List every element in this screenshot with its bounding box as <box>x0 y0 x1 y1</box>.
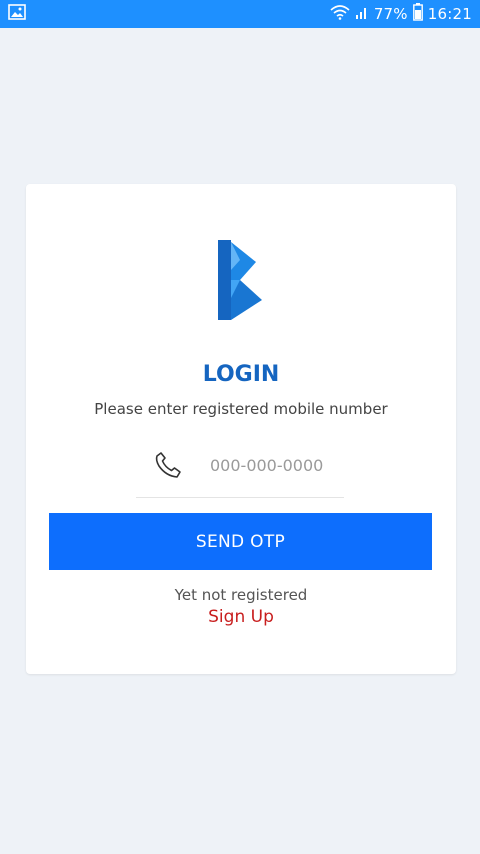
login-instructions: Please enter registered mobile number <box>94 400 388 418</box>
phone-field-row <box>136 446 344 498</box>
sign-up-link[interactable]: Sign Up <box>26 607 456 627</box>
signal-icon <box>355 4 369 24</box>
battery-icon <box>412 3 423 25</box>
not-registered-text: Yet not registered <box>174 586 308 604</box>
send-otp-button[interactable]: SEND OTP <box>49 513 432 570</box>
battery-percent: 77% <box>373 5 408 23</box>
page-title: LOGIN <box>202 362 280 387</box>
wifi-icon <box>330 4 350 24</box>
phone-icon <box>154 451 182 479</box>
status-bar: 77% 16:21 <box>0 0 480 28</box>
login-card: LOGIN Please enter registered mobile num… <box>26 184 456 674</box>
clock: 16:21 <box>427 5 472 23</box>
mobile-number-input[interactable] <box>210 450 344 480</box>
brand-logo <box>218 240 264 320</box>
gallery-icon <box>8 4 26 24</box>
